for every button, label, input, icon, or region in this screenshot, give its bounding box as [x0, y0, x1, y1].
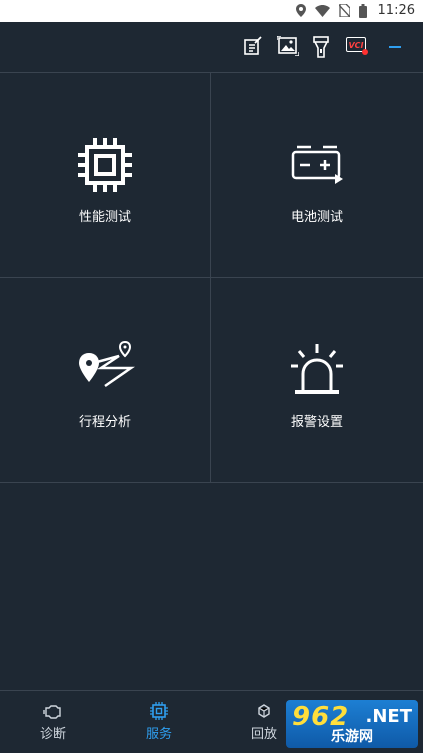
service-battery-test[interactable]: 电池测试 — [211, 73, 423, 278]
nav-label: 回放 — [250, 727, 277, 742]
service-alarm-settings[interactable]: 报警设置 — [211, 278, 423, 483]
service-performance-test[interactable]: 性能测试 — [0, 73, 211, 278]
status-bar: 11:26 — [0, 0, 423, 22]
edit-note-icon[interactable] — [243, 36, 265, 58]
alarm-siren-icon — [287, 340, 347, 400]
battery-test-icon — [287, 135, 347, 195]
nav-tab-service[interactable]: 服务 — [129, 701, 189, 742]
service-grid: 性能测试 电池测试 行程分析 报警设置 — [0, 73, 423, 485]
image-icon[interactable] — [277, 36, 299, 58]
watermark-site-name: 乐游网 — [331, 729, 373, 745]
flashlight-icon[interactable] — [313, 36, 335, 58]
nav-tab-replay[interactable]: 回放 — [234, 701, 294, 742]
location-icon — [295, 4, 306, 17]
service-label: 报警设置 — [290, 415, 343, 430]
service-label: 电池测试 — [290, 210, 343, 225]
wifi-icon — [314, 4, 330, 17]
battery-icon — [358, 3, 367, 18]
service-trip-analysis[interactable]: 行程分析 — [0, 278, 211, 483]
vci-icon[interactable]: VCI — [346, 36, 370, 58]
vci-status-dot — [362, 49, 368, 55]
top-toolbar: VCI — [0, 22, 423, 73]
engine-icon — [43, 701, 63, 721]
watermark-logo: 962 .NET 乐游网 — [286, 700, 418, 748]
route-map-icon — [75, 340, 135, 400]
status-time: 11:26 — [377, 3, 415, 18]
watermark-net: .NET — [365, 706, 412, 727]
nav-label: 服务 — [145, 727, 172, 742]
service-label: 性能测试 — [78, 210, 131, 225]
nav-tab-diagnosis[interactable]: 诊断 — [23, 701, 83, 742]
service-label: 行程分析 — [78, 415, 131, 430]
no-sim-icon — [338, 4, 350, 17]
replay-icon — [254, 701, 274, 721]
status-icons: 11:26 — [295, 3, 415, 18]
cpu-chip-icon — [75, 135, 135, 195]
nav-label: 诊断 — [39, 727, 66, 742]
minimize-icon[interactable] — [388, 36, 410, 58]
chip-icon — [149, 701, 169, 721]
